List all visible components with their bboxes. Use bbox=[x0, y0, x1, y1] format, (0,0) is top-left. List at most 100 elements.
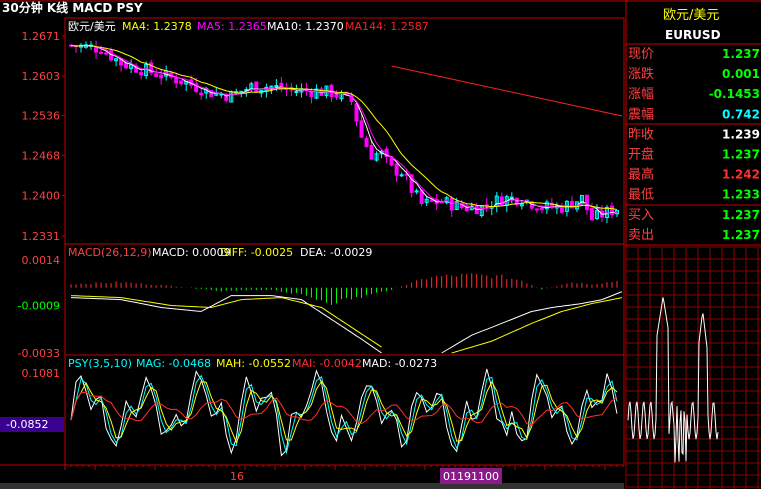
psy-lines bbox=[70, 368, 618, 457]
quote-value-6: 1.242 bbox=[722, 168, 760, 182]
quote-label-2: 涨幅 bbox=[628, 87, 654, 102]
candle-body bbox=[174, 77, 179, 84]
candle-body bbox=[159, 74, 164, 79]
ma5-line bbox=[70, 44, 618, 215]
candle-body bbox=[99, 51, 104, 54]
diff-line-2 bbox=[441, 291, 623, 354]
quote-label-9: 卖出 bbox=[628, 228, 654, 243]
quote-code: EURUSD bbox=[665, 28, 721, 42]
ma-label-3: MA144: 1.2587 bbox=[345, 20, 429, 33]
candle-body bbox=[179, 80, 184, 85]
candle-body bbox=[364, 137, 369, 148]
candle-body bbox=[139, 72, 144, 76]
candle-body bbox=[334, 94, 339, 98]
quote-value-1: 0.001 bbox=[722, 67, 760, 81]
mini-line bbox=[627, 297, 719, 463]
quote-label-0: 现价 bbox=[628, 47, 654, 62]
ma-label-1: MA5: 1.2365 bbox=[197, 20, 267, 33]
ma-legend: MA4: 1.2378 MA5: 1.2365 MA10: 1.2370 MA144:… bbox=[122, 20, 429, 33]
mah-line bbox=[70, 380, 618, 444]
mag-line bbox=[70, 374, 618, 455]
cursor-value: -0.0852 bbox=[6, 418, 48, 431]
status-strip bbox=[0, 483, 624, 489]
macd-tick-0: 0.0014 bbox=[22, 254, 61, 267]
candle-body bbox=[254, 81, 259, 93]
quote-label-1: 涨跌 bbox=[628, 66, 654, 82]
ma-label-2: MA10: 1.2370 bbox=[267, 20, 344, 33]
candle-body bbox=[274, 85, 279, 88]
cursor-date: 01191100 bbox=[443, 470, 499, 483]
chart-title: 30分钟 K线 MACD PSY bbox=[2, 0, 143, 15]
candle-body bbox=[359, 120, 364, 138]
quote-label-5: 开盘 bbox=[628, 147, 654, 163]
plot-border bbox=[64, 17, 625, 466]
macd-label-3: DEA: -0.0029 bbox=[300, 246, 372, 259]
psy-label-4: MAD: -0.0273 bbox=[362, 357, 437, 370]
quote-value-2: -0.1453 bbox=[709, 87, 760, 101]
macd-y-axis: 0.0014 -0.0009 -0.0033 bbox=[18, 254, 60, 360]
candle-body bbox=[449, 197, 454, 211]
quote-value-5: 1.237 bbox=[722, 148, 760, 162]
candle-body bbox=[589, 207, 594, 221]
macd-label-0: MACD(26,12,9) bbox=[68, 246, 152, 259]
quote-value-4: 1.239 bbox=[722, 127, 760, 141]
candle-body bbox=[354, 103, 359, 122]
psy-label-3: MAI: -0.0042 bbox=[292, 357, 362, 370]
candle-body bbox=[294, 90, 299, 93]
dea-line-2 bbox=[451, 297, 623, 354]
macd-lines bbox=[70, 291, 623, 354]
candle-body bbox=[124, 62, 129, 69]
psy-label-2: MAH: -0.0552 bbox=[216, 357, 291, 370]
macd-tick-2: -0.0033 bbox=[18, 347, 60, 360]
quote-value-8: 1.237 bbox=[722, 208, 760, 222]
macd-legend: MACD(26,12,9) MACD: 0.0009DIFF: -0.0025 DE… bbox=[68, 246, 372, 259]
diff-line bbox=[70, 295, 382, 354]
quote-table: 现价 1.237 涨跌 0.001 涨幅 -0.1453 震幅 0.742 昨收 1.239 开盘 1… bbox=[628, 47, 760, 243]
ma-label-0: MA4: 1.2378 bbox=[122, 20, 192, 33]
symbol-label: 欧元/美元 bbox=[68, 20, 116, 33]
candle-body bbox=[394, 163, 399, 176]
quote-name: 欧元/美元 bbox=[663, 8, 719, 23]
psy-legend: PSY(3,5,10) MAG: -0.0468 MAH: -0.0552 MAI: … bbox=[68, 357, 437, 370]
candle-body bbox=[429, 199, 434, 202]
candle-body bbox=[584, 194, 589, 210]
quote-label-7: 最低 bbox=[628, 188, 654, 203]
candlestick-series[interactable] bbox=[69, 40, 619, 224]
quote-value-7: 1.233 bbox=[722, 188, 760, 202]
candle-body bbox=[539, 207, 544, 211]
quote-value-9: 1.237 bbox=[722, 228, 760, 242]
price-tick-2: 1.2536 bbox=[22, 109, 61, 122]
price-y-axis: 1.2671 1.2603 1.2536 1.2468 1.2400 1.2331 bbox=[22, 30, 65, 243]
candle-body bbox=[199, 92, 204, 96]
price-tick-5: 1.2331 bbox=[22, 230, 61, 243]
psy-label-1: MAG: -0.0468 bbox=[136, 357, 211, 370]
price-tick-0: 1.2671 bbox=[22, 30, 61, 43]
chart-canvas: 30分钟 K线 MACD PSY 欧元/美元 MA4: 1.2378 MA5: 1… bbox=[0, 0, 761, 489]
price-tick-4: 1.2400 bbox=[22, 189, 61, 202]
candle-body bbox=[369, 145, 374, 160]
quote-label-4: 昨收 bbox=[628, 127, 654, 142]
quote-value-0: 1.237 bbox=[722, 47, 760, 61]
candle-body bbox=[239, 90, 244, 93]
quote-label-3: 震幅 bbox=[628, 107, 654, 122]
quote-value-3: 0.742 bbox=[722, 107, 760, 121]
candle-body bbox=[94, 46, 99, 53]
quote-label-6: 最高 bbox=[628, 167, 654, 183]
mini-chart bbox=[625, 246, 761, 489]
macd-label-2: DIFF: -0.0025 bbox=[220, 246, 293, 259]
psy-label-0: PSY(3,5,10) bbox=[68, 357, 132, 370]
x-label-16: 16 bbox=[230, 470, 244, 483]
macd-label-1: MACD: 0.0009 bbox=[152, 246, 231, 259]
candle-body bbox=[104, 52, 109, 55]
quote-label-8: 买入 bbox=[628, 208, 654, 223]
psy-y-axis: 0.1081 bbox=[22, 367, 61, 380]
price-tick-3: 1.2468 bbox=[22, 149, 61, 162]
macd-histogram bbox=[70, 273, 618, 305]
macd-tick-1: -0.0009 bbox=[18, 300, 60, 313]
candle-body bbox=[154, 73, 159, 77]
ma144-line bbox=[391, 65, 623, 117]
moving-average-lines bbox=[70, 44, 623, 215]
psy-tick-0: 0.1081 bbox=[22, 367, 61, 380]
price-tick-1: 1.2603 bbox=[22, 70, 61, 83]
candle-body bbox=[534, 208, 539, 211]
